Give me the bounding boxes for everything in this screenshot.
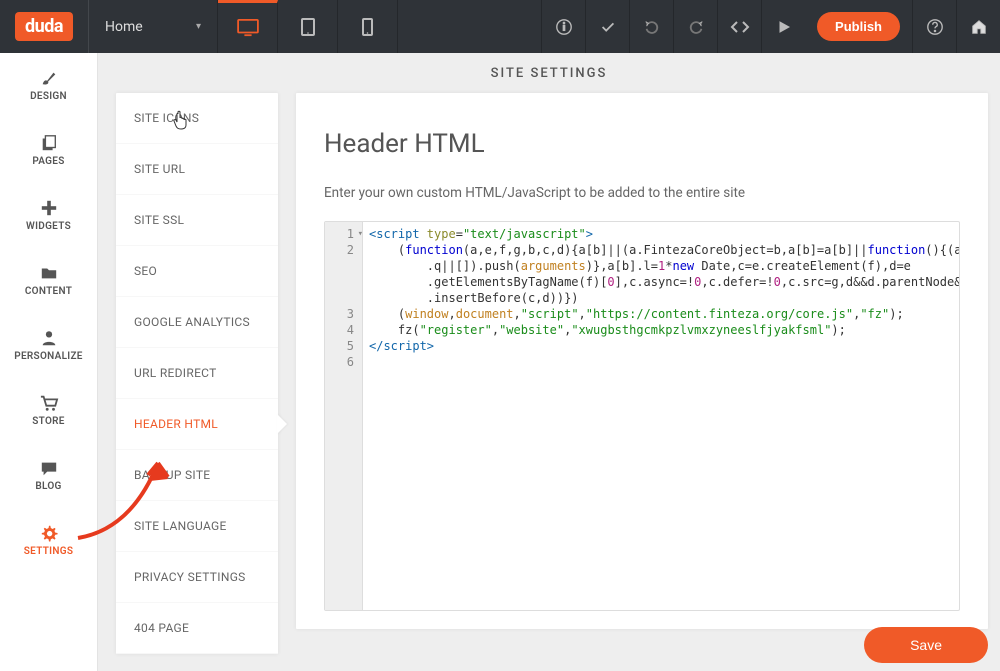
submenu-url-redirect[interactable]: URL REDIRECT <box>116 348 278 399</box>
submenu-site-ssl[interactable]: SITE SSL <box>116 195 278 246</box>
devmode-button[interactable] <box>717 0 761 53</box>
rail-label: PERSONALIZE <box>14 351 83 362</box>
submenu-site-url[interactable]: SITE URL <box>116 144 278 195</box>
tablet-icon <box>301 18 315 36</box>
submenu-label: URL REDIRECT <box>134 366 217 380</box>
panel-title: Header HTML <box>324 129 960 159</box>
submenu-google-analytics[interactable]: GOOGLE ANALYTICS <box>116 297 278 348</box>
submenu-seo[interactable]: SEO <box>116 246 278 297</box>
undo-icon <box>643 18 661 36</box>
content-area: SITE SETTINGS SITE ICONS SITE URL SITE S… <box>98 53 1000 671</box>
rail-label: CONTENT <box>25 286 72 297</box>
submenu-label: PRIVACY SETTINGS <box>134 570 246 584</box>
submenu-label: SEO <box>134 264 157 278</box>
submenu-header-html[interactable]: HEADER HTML <box>116 399 278 450</box>
rail-content[interactable]: CONTENT <box>0 248 97 313</box>
submenu-label: GOOGLE ANALYTICS <box>134 315 250 329</box>
submenu-label: SITE URL <box>134 162 185 176</box>
device-tablet[interactable] <box>278 0 338 53</box>
panel-hint: Enter your own custom HTML/JavaScript to… <box>324 185 960 201</box>
cart-icon <box>39 394 59 412</box>
home-icon <box>970 18 988 36</box>
submenu-404-page[interactable]: 404 PAGE <box>116 603 278 654</box>
folder-icon <box>40 264 58 282</box>
section-title: SITE SETTINGS <box>98 53 1000 93</box>
save-button[interactable]: Save <box>864 627 988 663</box>
rail-label: WIDGETS <box>26 221 71 232</box>
code-gutter: 1 2 3 4 5 6 <box>325 222 363 610</box>
pages-icon <box>40 134 58 152</box>
rail-store[interactable]: STORE <box>0 378 97 443</box>
rail-blog[interactable]: BLOG <box>0 443 97 508</box>
line-number: 6 <box>325 354 362 370</box>
check-icon <box>599 18 617 36</box>
line-number: 3 <box>325 306 362 322</box>
info-button[interactable] <box>541 0 585 53</box>
chevron-down-icon: ▾ <box>196 21 201 32</box>
plus-icon <box>40 199 58 217</box>
header-html-panel: Header HTML Enter your own custom HTML/J… <box>296 93 988 629</box>
rail-label: SETTINGS <box>24 546 74 557</box>
submenu-backup-site[interactable]: BACKUP SITE <box>116 450 278 501</box>
left-rail: DESIGN PAGES WIDGETS CONTENT PERSONALIZE… <box>0 53 98 671</box>
play-icon <box>777 20 791 34</box>
rail-design[interactable]: DESIGN <box>0 53 97 118</box>
device-desktop[interactable] <box>218 0 278 53</box>
page-dropdown[interactable]: Home ▾ <box>88 0 218 53</box>
settings-submenu: SITE ICONS SITE URL SITE SSL SEO GOOGLE … <box>116 93 278 654</box>
rail-widgets[interactable]: WIDGETS <box>0 183 97 248</box>
person-icon <box>40 329 58 347</box>
home-button[interactable] <box>956 0 1000 53</box>
brand-logo[interactable]: duda <box>0 0 88 53</box>
publish-area: Publish <box>805 0 912 53</box>
submenu-label: BACKUP SITE <box>134 468 210 482</box>
page-dropdown-label: Home <box>105 19 143 35</box>
device-mobile[interactable] <box>338 0 398 53</box>
submenu-site-language[interactable]: SITE LANGUAGE <box>116 501 278 552</box>
code-editor[interactable]: 1 2 3 4 5 6 <script type="text/javascrip… <box>324 221 960 611</box>
help-button[interactable] <box>912 0 956 53</box>
submenu-label: SITE LANGUAGE <box>134 519 227 533</box>
line-number: 5 <box>325 338 362 354</box>
line-number: 4 <box>325 322 362 338</box>
brand-logo-text: duda <box>15 12 73 41</box>
submenu-privacy-settings[interactable]: PRIVACY SETTINGS <box>116 552 278 603</box>
rail-label: BLOG <box>35 481 61 492</box>
rail-label: STORE <box>32 416 65 427</box>
comment-icon <box>40 459 58 477</box>
info-icon <box>555 18 573 36</box>
rail-personalize[interactable]: PERSONALIZE <box>0 313 97 378</box>
redo-icon <box>687 18 705 36</box>
check-button[interactable] <box>585 0 629 53</box>
preview-button[interactable] <box>761 0 805 53</box>
undo-button[interactable] <box>629 0 673 53</box>
submenu-label: 404 PAGE <box>134 621 189 635</box>
code-icon <box>730 19 750 35</box>
mobile-icon <box>362 18 373 36</box>
submenu-label: SITE SSL <box>134 213 184 227</box>
code-body[interactable]: <script type="text/javascript"> (functio… <box>363 222 959 610</box>
gear-icon <box>40 524 58 542</box>
line-number: 1 <box>325 226 362 242</box>
submenu-site-icons[interactable]: SITE ICONS <box>116 93 278 144</box>
rail-pages[interactable]: PAGES <box>0 118 97 183</box>
desktop-icon <box>237 19 259 37</box>
top-bar: duda Home ▾ Publish <box>0 0 1000 53</box>
submenu-label: HEADER HTML <box>134 417 218 431</box>
rail-label: DESIGN <box>30 91 67 102</box>
submenu-label: SITE ICONS <box>134 111 199 125</box>
publish-button[interactable]: Publish <box>817 12 900 41</box>
rail-label: PAGES <box>32 156 64 167</box>
redo-button[interactable] <box>673 0 717 53</box>
brush-icon <box>40 69 58 87</box>
rail-settings[interactable]: SETTINGS <box>0 508 97 573</box>
line-number: 2 <box>325 242 362 258</box>
save-row: Save <box>864 627 988 663</box>
help-icon <box>926 18 944 36</box>
